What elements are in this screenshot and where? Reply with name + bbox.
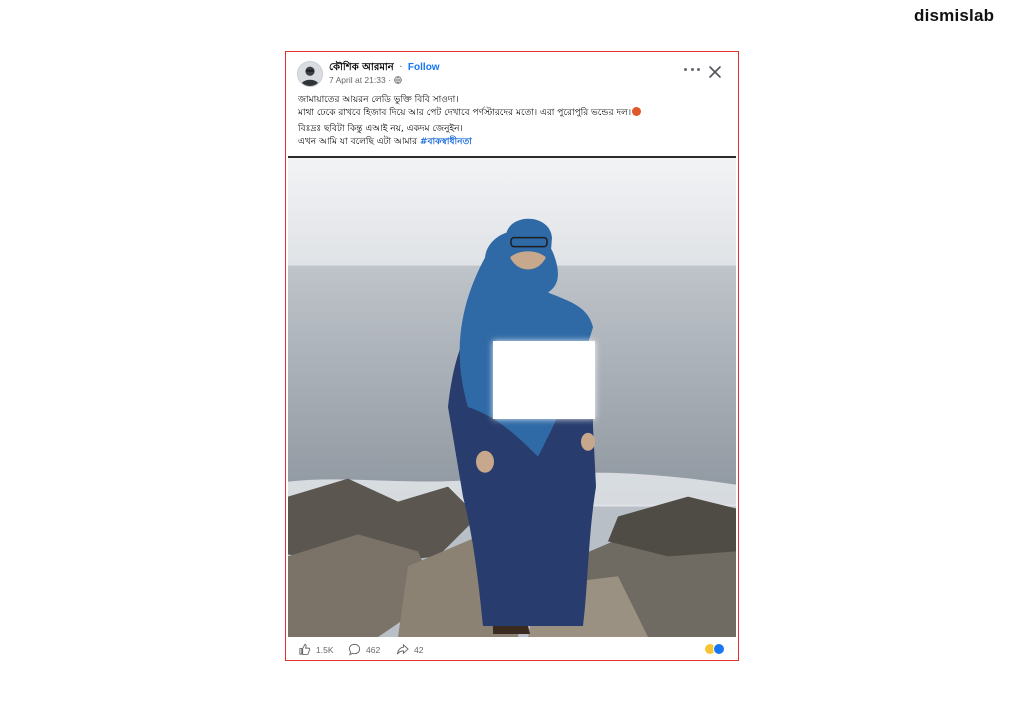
more-options-icon[interactable] (684, 64, 700, 74)
like-count: 1.5K (316, 644, 334, 655)
author-avatar[interactable] (297, 61, 323, 87)
caption-line-1: জামায়াতের আয়রন লেডি ভুক্তি বিবি সাওদা। (298, 95, 459, 105)
author-name[interactable]: কৌশিক আরমান (329, 62, 394, 73)
caption-line-4-text: এখন আমি যা বলেছি এটা আমার (298, 136, 418, 147)
caption-line-3: বিঃদ্রঃ ছবিটা কিন্তু এআই নয়, একদম জেনুই… (298, 124, 463, 134)
dismislab-logo: dismislab (914, 6, 995, 25)
like-icon (299, 643, 311, 655)
like-stat[interactable]: 1.5K (298, 643, 334, 656)
redaction-box (493, 341, 595, 419)
caption-line-2: মাথা ঢেকে রাখবে হিজাব দিয়ে আর পেট দেখাব… (298, 106, 728, 120)
post-photo[interactable] (288, 156, 736, 637)
follow-link[interactable]: Follow (408, 62, 440, 73)
angry-emoji-icon (632, 106, 642, 116)
post-timestamp[interactable]: 7 April at 21:33 · (329, 75, 391, 85)
post-caption: জামায়াতের আয়রন লেডি ভুক্তি বিবি সাওদা।… (298, 94, 728, 148)
share-count: 42 (414, 644, 424, 655)
share-icon (396, 643, 409, 655)
comment-stat[interactable]: 462 (348, 643, 380, 656)
name-separator: · (399, 62, 403, 73)
reaction-icons[interactable] (704, 643, 725, 655)
caption-line-2-text: মাথা ঢেকে রাখবে হিজাব দিয়ে আর পেট দেখাব… (298, 107, 632, 118)
hashtag-link[interactable]: #বাকস্বাধীনতা (420, 137, 472, 147)
post-header: কৌশিক আরমান · Follow 7 April at 21:33 · (286, 52, 738, 92)
close-icon[interactable] (708, 64, 722, 78)
post-footer: 1.5K 462 42 (286, 640, 738, 660)
like-reaction-icon (713, 643, 725, 655)
facebook-post-screenshot: কৌশিক আরমান · Follow 7 April at 21:33 · … (285, 51, 739, 661)
avatar-image (298, 62, 322, 86)
globe-icon (394, 76, 402, 84)
post-meta: 7 April at 21:33 · (329, 75, 402, 85)
caption-line-4: এখন আমি যা বলেছি এটা আমার #বাকস্বাধীনতা (298, 136, 728, 149)
comment-count: 462 (366, 644, 381, 655)
comment-icon (348, 643, 361, 656)
share-stat[interactable]: 42 (396, 643, 423, 656)
